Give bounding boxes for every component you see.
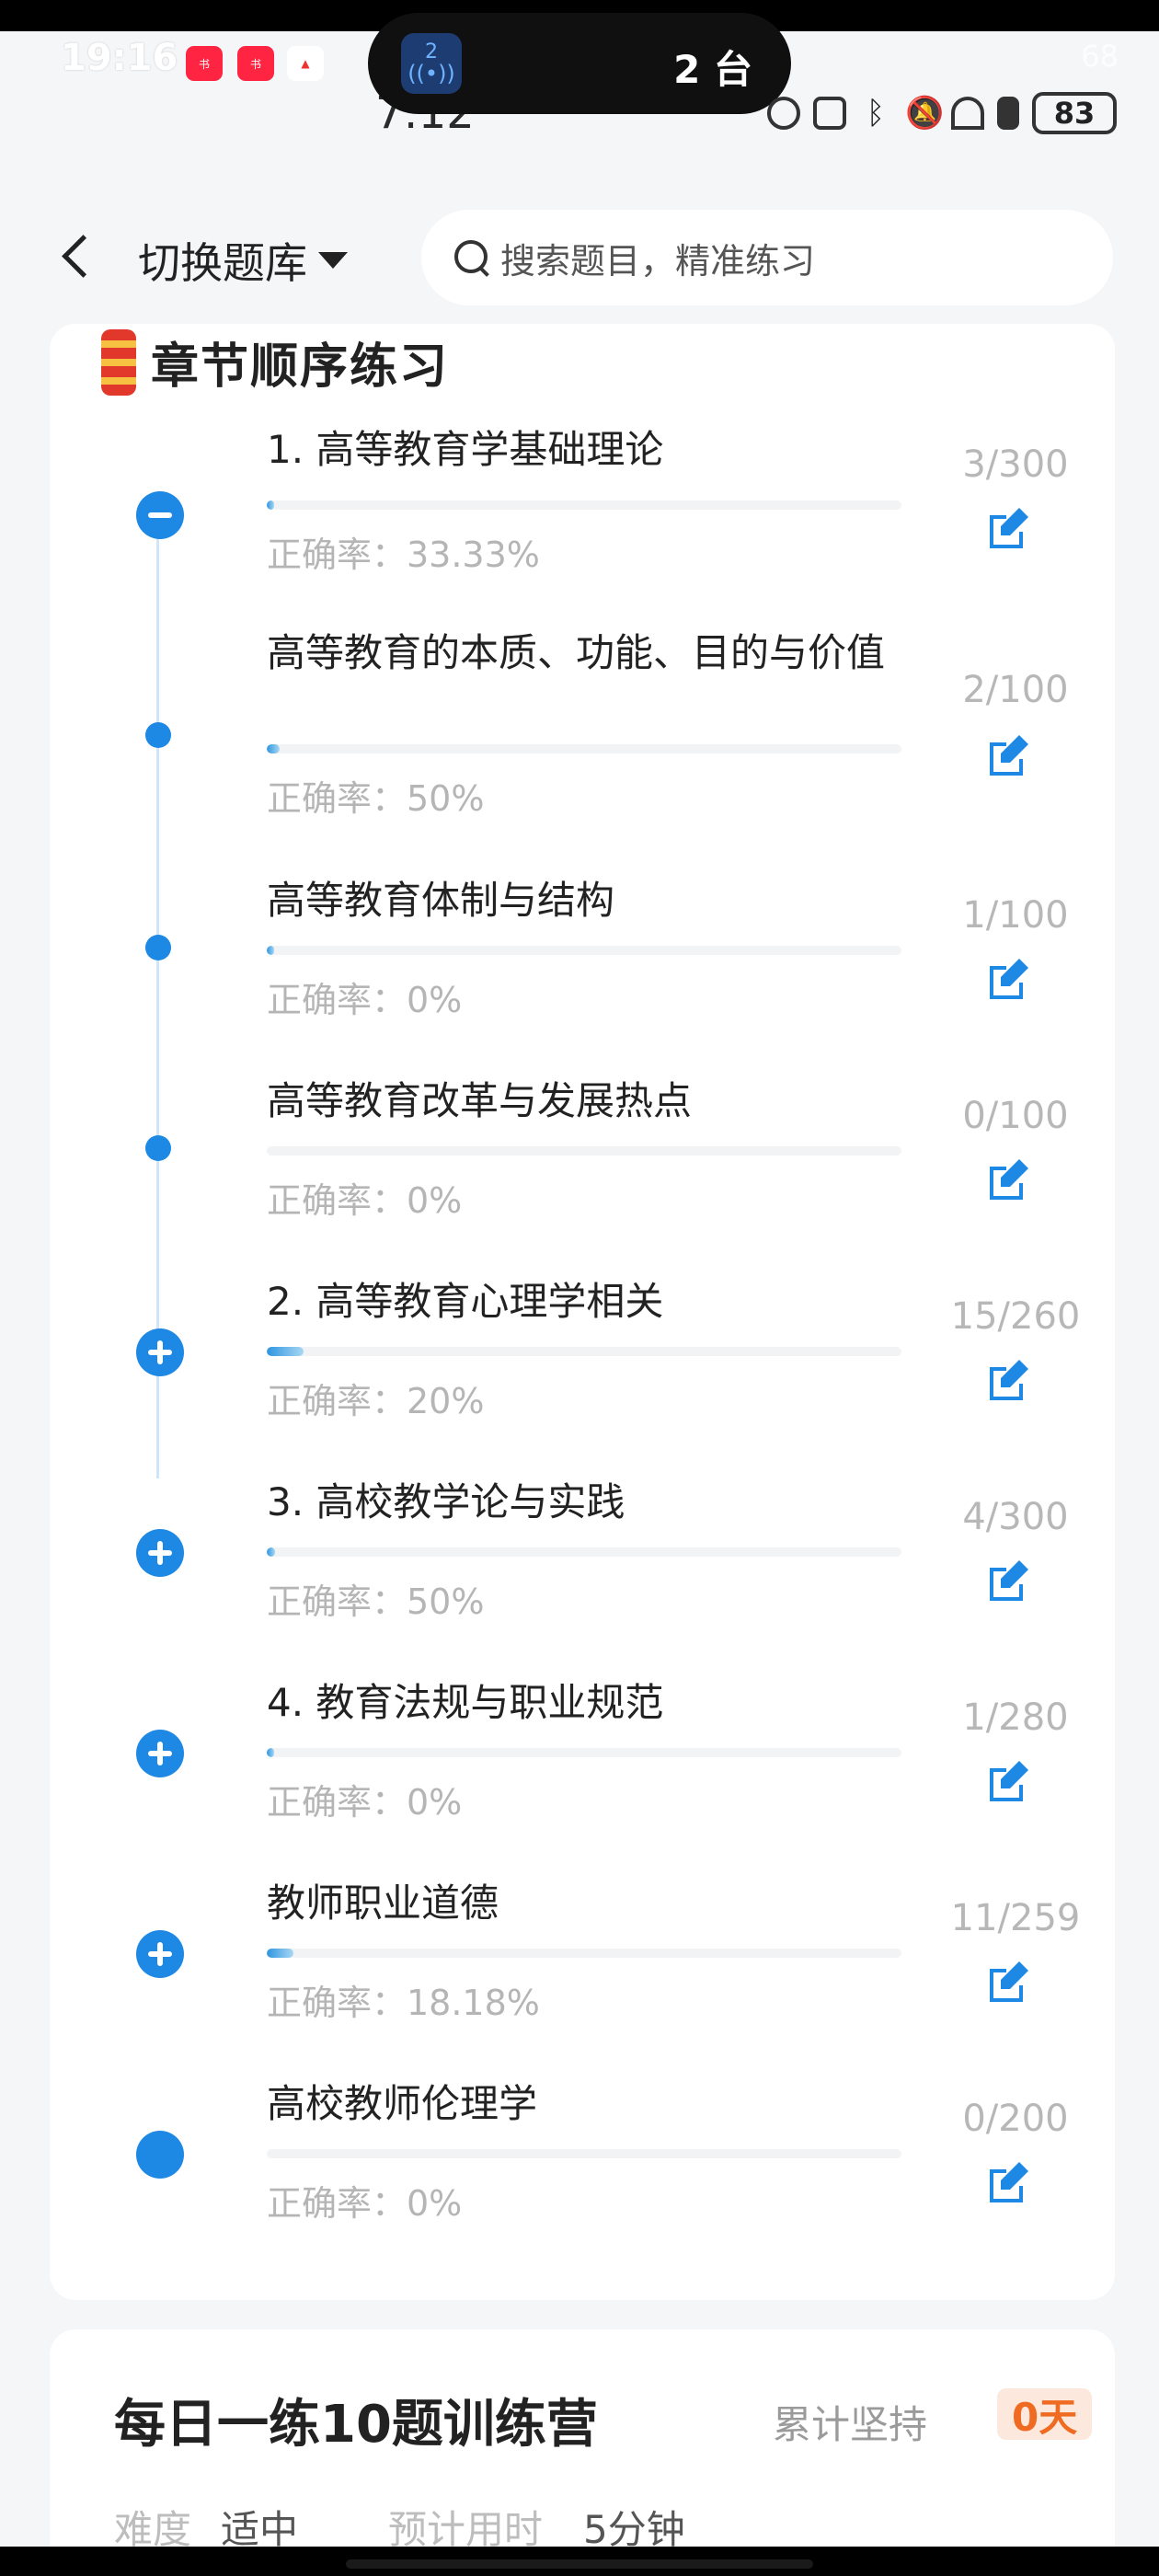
chapter-title: 高等教育的本质、功能、目的与价值	[267, 630, 886, 675]
accuracy-text: 正确率：0%	[267, 1782, 463, 1823]
timeline-dot	[145, 1135, 171, 1161]
progress-count: 0/100	[962, 1095, 1069, 1137]
island-badge: 2	[425, 40, 438, 63]
progress-fill	[267, 1949, 293, 1958]
progress-count: 1/100	[962, 894, 1069, 937]
expand-icon[interactable]	[136, 1930, 184, 1978]
dynamic-island[interactable]: 2 ((•)) 2 台	[368, 13, 791, 114]
chapter-title: 1. 高等教育学基础理论	[267, 427, 664, 472]
island-text: 2 台	[673, 47, 752, 92]
mute-bell-icon: 🔕	[905, 95, 945, 132]
accuracy-text: 正确率：0%	[267, 1180, 463, 1221]
edit-icon[interactable]	[982, 1755, 1034, 1807]
edit-icon[interactable]	[982, 1154, 1034, 1205]
edit-icon[interactable]	[982, 953, 1034, 1005]
sim-alert-icon	[997, 97, 1019, 130]
progress-bar	[267, 1146, 901, 1156]
accuracy-text: 正确率：50%	[267, 778, 485, 819]
streak-badge: 0天	[997, 2388, 1093, 2440]
progress-bar	[267, 946, 901, 955]
progress-count: 3/300	[962, 443, 1069, 486]
progress-bar	[267, 1547, 901, 1557]
accuracy-text: 正确率：20%	[267, 1381, 485, 1421]
edit-icon[interactable]	[982, 1354, 1034, 1406]
daily-practice-card[interactable]: 每日一练10题训练营 累计坚持 0天 难度 适中 预计用时 5分钟	[50, 2329, 1115, 2576]
progress-fill	[267, 1347, 304, 1356]
status-icons: ᛒ 🔕 83	[767, 92, 1117, 134]
accuracy-text: 正确率：50%	[267, 1581, 485, 1622]
wifi-icon	[951, 97, 984, 130]
notification-app-icon: ▲	[287, 46, 324, 81]
home-indicator[interactable]	[346, 2559, 813, 2569]
progress-bar	[267, 1949, 901, 1958]
timeline-dot	[145, 935, 171, 960]
progress-bar	[267, 500, 901, 510]
chapter-title: 高校教师伦理学	[267, 2081, 538, 2126]
caret-down-icon	[318, 252, 348, 269]
chapter-title: 高等教育改革与发展热点	[267, 1078, 693, 1123]
xiaohongshu-app-icon: 书	[186, 46, 223, 81]
edit-icon[interactable]	[982, 502, 1034, 554]
progress-fill	[267, 946, 275, 955]
progress-fill	[267, 1547, 275, 1557]
expand-icon[interactable]	[136, 1730, 184, 1777]
daily-title: 每日一练10题训练营	[114, 2395, 598, 2455]
edit-icon[interactable]	[982, 1555, 1034, 1606]
progress-fill	[267, 500, 275, 510]
progress-bar	[267, 744, 901, 753]
progress-bar	[267, 1748, 901, 1757]
battery-icon: 83	[1032, 92, 1117, 134]
ghost-time: 19:16	[61, 37, 178, 79]
progress-count: 11/259	[950, 1897, 1081, 1939]
card-title: 章节顺序练习	[151, 339, 450, 395]
progress-count: 1/280	[962, 1696, 1069, 1739]
progress-count: 0/200	[962, 2098, 1069, 2140]
eye-icon	[767, 97, 800, 130]
progress-count: 4/300	[962, 1496, 1069, 1538]
status-bar: 19:16 书 书 ▲ 7:12 2 ((•)) 2 台 68 ᛒ 🔕 83	[0, 0, 1159, 139]
search-placeholder: 搜索题目，精准练习	[500, 240, 816, 282]
xiaohongshu-app-icon: 书	[237, 46, 274, 81]
chapter-title: 3. 高校教学论与实践	[267, 1479, 625, 1524]
accuracy-text: 正确率：0%	[267, 980, 463, 1020]
accuracy-text: 正确率：0%	[267, 2183, 463, 2224]
chapter-practice-card: 章节顺序练习 1. 高等教育学基础理论 正确率：33.33% 3/300 高等教…	[50, 324, 1115, 2300]
collapse-icon[interactable]	[136, 491, 184, 539]
accuracy-text: 正确率：18.18%	[267, 1983, 540, 2023]
edit-icon[interactable]	[982, 730, 1034, 781]
progress-count: 2/100	[962, 669, 1069, 711]
streak-label: 累计坚持	[773, 2402, 928, 2447]
chapter-title: 高等教育体制与结构	[267, 878, 615, 923]
filled-node-icon[interactable]	[136, 2131, 184, 2179]
progress-count: 15/260	[950, 1295, 1081, 1338]
progress-bar	[267, 2149, 901, 2158]
firecracker-icon	[101, 328, 136, 396]
chapter-title: 教师职业道德	[267, 1880, 499, 1926]
top-header: 切换题库 搜索题目，精准练习	[0, 193, 1159, 322]
chapter-title: 4. 教育法规与职业规范	[267, 1680, 664, 1725]
accuracy-text: 正确率：33.33%	[267, 535, 540, 575]
chapter-title: 2. 高等教育心理学相关	[267, 1279, 664, 1324]
progress-bar	[267, 1347, 901, 1356]
switch-bank-dropdown[interactable]: 切换题库	[138, 230, 348, 291]
edit-icon[interactable]	[982, 2156, 1034, 2208]
timeline-dot	[145, 722, 171, 748]
expand-icon[interactable]	[136, 1328, 184, 1376]
card-header: 章节顺序练习	[101, 328, 449, 397]
cast-icon: 2 ((•))	[401, 33, 462, 94]
search-input[interactable]: 搜索题目，精准练习	[421, 210, 1113, 305]
battery-ghost: 68	[1081, 39, 1119, 74]
progress-fill	[267, 744, 280, 753]
switch-bank-label: 切换题库	[138, 238, 307, 288]
progress-fill	[267, 1748, 275, 1757]
bluetooth-icon: ᛒ	[866, 95, 886, 132]
expand-icon[interactable]	[136, 1529, 184, 1577]
edit-icon[interactable]	[982, 1956, 1034, 2007]
nfc-icon	[813, 97, 846, 130]
search-icon	[453, 238, 491, 277]
back-arrow-icon[interactable]	[55, 237, 96, 278]
